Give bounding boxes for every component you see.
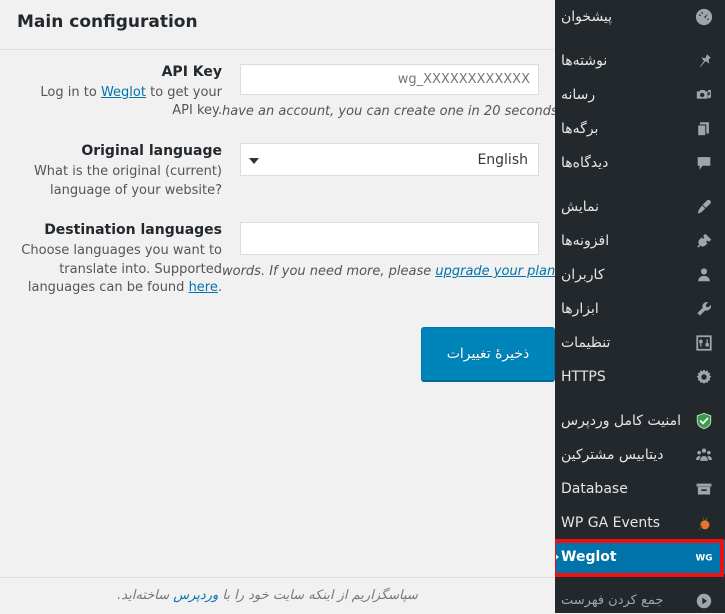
- sidebar-label-plugins: افزونه‌ها: [561, 233, 610, 249]
- weglot-icon: WG: [692, 545, 716, 569]
- admin-footer: سپاسگزاریم از اینکه سایت خود را با وردپر…: [0, 577, 555, 613]
- weglot-link[interactable]: Weglot: [101, 85, 146, 100]
- destination-languages-label-cell: Destination languages Choose languages y…: [0, 222, 222, 297]
- comments-icon: [692, 151, 716, 175]
- sidebar-label-users: کاربران: [561, 267, 605, 283]
- destination-desc-suffix: .: [217, 280, 222, 295]
- chevron-down-icon: [249, 157, 259, 164]
- sidebar-item-appearance[interactable]: نمایش: [555, 190, 725, 224]
- sidebar-label-dashboard: پیشخوان: [561, 9, 613, 25]
- sidebar-item-pages[interactable]: برگه‌ها: [555, 112, 725, 146]
- menu-separator: [555, 574, 725, 584]
- save-changes-button[interactable]: ذخیرهٔ تغییرات: [421, 327, 555, 382]
- sidebar-item-https[interactable]: HTTPS: [555, 360, 725, 394]
- sidebar-label-https: HTTPS: [561, 369, 606, 385]
- pages-icon: [692, 117, 716, 141]
- svg-text:WG: WG: [696, 554, 713, 564]
- destination-languages-description: Choose languages you want to translate i…: [17, 242, 222, 297]
- sidebar-label-settings: تنظیمات: [561, 335, 611, 351]
- sidebar-label-weglot: Weglot: [561, 549, 617, 565]
- original-language-desc-text: What is the original (current) language …: [33, 164, 222, 198]
- sidebar-label-appearance: نمایش: [561, 199, 600, 215]
- main-content: Main configuration have an account, you …: [0, 0, 558, 613]
- sidebar-item-tools[interactable]: ابزارها: [555, 292, 725, 326]
- api-key-label-cell: API Key Log in to Weglot to get your API…: [0, 64, 222, 121]
- destination-note-prefix: words. If you need more, please: [222, 264, 436, 280]
- ga-events-icon: [692, 511, 716, 535]
- sidebar-item-weglot[interactable]: WG Weglot: [555, 540, 725, 574]
- media-icon: [692, 83, 716, 107]
- api-key-note-text: have an account, you can create one in 2…: [222, 104, 558, 119]
- sidebar-item-settings[interactable]: تنظیمات: [555, 326, 725, 360]
- sidebar-item-wp-security[interactable]: امنیت کامل وردپرس: [555, 404, 725, 438]
- destination-languages-note: words. If you need more, please upgrade …: [222, 255, 595, 281]
- admin-screen: Main configuration have an account, you …: [0, 0, 725, 613]
- sidebar-label-wp-ga-events: WP GA Events: [561, 515, 661, 531]
- form-row-original-language: English Original language What is the or…: [0, 129, 555, 208]
- plugins-icon: [692, 229, 716, 253]
- sidebar-label-database: Database: [561, 481, 628, 497]
- api-key-note: have an account, you can create one in 2…: [222, 95, 595, 121]
- sidebar-item-database[interactable]: Database: [555, 472, 725, 506]
- api-key-description: Log in to Weglot to get your API key.: [17, 84, 222, 121]
- destination-languages-input[interactable]: [240, 222, 539, 256]
- api-key-input[interactable]: [240, 64, 539, 95]
- subscribers-icon: [692, 443, 716, 467]
- wordpress-link[interactable]: وردپرس: [173, 588, 218, 603]
- sidebar-label-wp-security: امنیت کامل وردپرس: [561, 413, 681, 429]
- form-row-api-key: have an account, you can create one in 2…: [0, 50, 558, 129]
- sidebar-item-users[interactable]: کاربران: [555, 258, 725, 292]
- users-icon: [692, 263, 716, 287]
- sidebar-label-comments: دیدگاه‌ها: [561, 155, 609, 171]
- settings-icon: [692, 331, 716, 355]
- footer-text-before: سپاسگزاریم از اینکه سایت خود را با: [218, 588, 418, 603]
- api-key-title: API Key: [161, 64, 222, 80]
- dashboard-icon: [692, 5, 716, 29]
- original-language-value: English: [477, 151, 528, 168]
- menu-separator: [555, 394, 725, 404]
- sidebar-label-pages: برگه‌ها: [561, 121, 599, 137]
- sidebar-item-collapse-menu[interactable]: جمع کردن فهرست: [555, 584, 725, 613]
- original-language-description: What is the original (current) language …: [17, 163, 222, 200]
- sidebar-item-plugins[interactable]: افزونه‌ها: [555, 224, 725, 258]
- gear-icon: [692, 365, 716, 389]
- appearance-icon: [692, 195, 716, 219]
- original-language-title: Original language: [81, 143, 222, 160]
- form-row-destination-languages: words. If you need more, please upgrade …: [0, 208, 555, 305]
- api-key-desc-suffix: to get your API key.: [145, 85, 222, 119]
- sidebar-label-subscribers: دیتابیس مشترکین: [561, 447, 664, 463]
- original-language-field-cell: English: [222, 143, 555, 177]
- tools-icon: [692, 297, 716, 321]
- sidebar-item-comments[interactable]: دیدگاه‌ها: [555, 146, 725, 180]
- sidebar-item-posts[interactable]: نوشته‌ها: [555, 44, 725, 78]
- shield-icon: [692, 409, 716, 433]
- upgrade-plan-link[interactable]: upgrade your plan: [435, 264, 555, 279]
- menu-separator: [555, 34, 725, 44]
- database-icon: [692, 477, 716, 501]
- original-language-select[interactable]: English: [240, 143, 539, 177]
- sidebar-label-media: رسانه: [561, 87, 596, 103]
- collapse-icon: [692, 589, 716, 613]
- api-key-field-cell: have an account, you can create one in 2…: [222, 64, 558, 121]
- sidebar-label-posts: نوشته‌ها: [561, 53, 608, 69]
- submit-area: ذخیرهٔ تغییرات: [0, 305, 555, 382]
- sidebar-label-collapse-menu: جمع کردن فهرست: [561, 593, 664, 608]
- original-language-label-cell: Original language What is the original (…: [0, 143, 222, 200]
- admin-sidebar-menu: پیشخوان نوشته‌ها رسانه برگه‌ها: [555, 0, 725, 613]
- footer-text-after: ساخته‌اید.: [117, 588, 174, 603]
- api-key-desc-prefix: Log in to: [40, 85, 101, 100]
- supported-languages-link[interactable]: here: [189, 280, 218, 295]
- destination-languages-field-cell: words. If you need more, please upgrade …: [222, 222, 555, 281]
- sidebar-item-wp-ga-events[interactable]: WP GA Events: [555, 506, 725, 540]
- sidebar-item-dashboard[interactable]: پیشخوان: [555, 0, 725, 34]
- destination-languages-title: Destination languages: [44, 222, 222, 239]
- menu-separator: [555, 180, 725, 190]
- sidebar-label-tools: ابزارها: [561, 301, 599, 317]
- settings-form: have an account, you can create one in 2…: [0, 50, 558, 305]
- page-title: Main configuration: [17, 12, 198, 32]
- pin-icon: [692, 49, 716, 73]
- current-item-arrow-icon: [555, 553, 559, 561]
- sidebar-item-subscribers[interactable]: دیتابیس مشترکین: [555, 438, 725, 472]
- sidebar-item-media[interactable]: رسانه: [555, 78, 725, 112]
